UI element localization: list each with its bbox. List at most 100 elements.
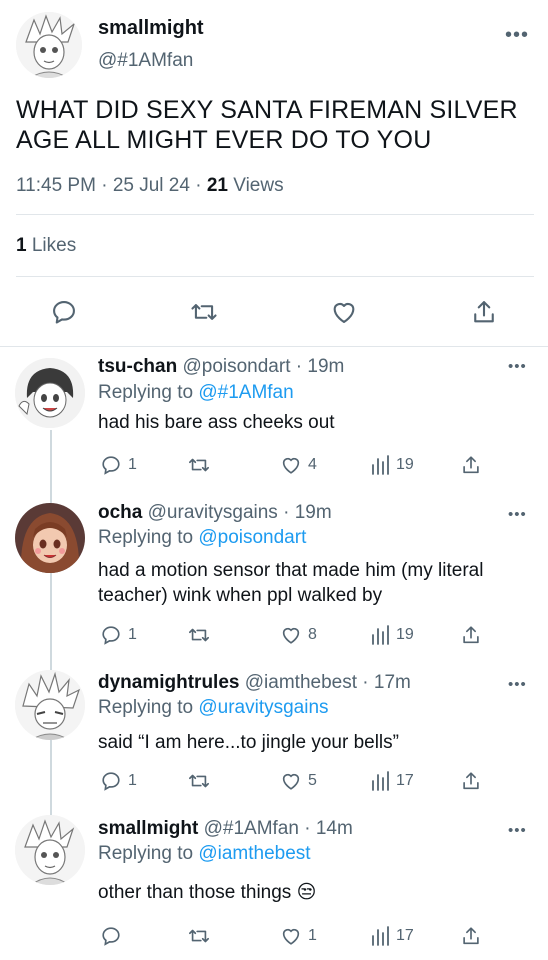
share-button[interactable] xyxy=(460,770,482,792)
likes-label: Likes xyxy=(31,235,77,256)
replying-to: Replying to @poisondart xyxy=(98,527,307,548)
avatar[interactable] xyxy=(15,815,85,885)
more-options-icon[interactable]: ••• xyxy=(505,25,529,45)
reply-age: · 19m xyxy=(295,356,345,377)
views-label: Views xyxy=(233,175,284,196)
reply-header: dynamightrules @iamthebest · 17m xyxy=(98,672,411,694)
more-options-icon[interactable]: ••• xyxy=(508,507,527,522)
avatar[interactable] xyxy=(15,503,85,573)
reply-author-handle[interactable]: @#1AMfan xyxy=(204,818,299,839)
share-icon xyxy=(463,927,479,945)
reply-text: said “I am here...to jingle your bells” xyxy=(98,732,399,753)
views-icon xyxy=(372,455,389,475)
views-button[interactable]: 17 xyxy=(370,925,414,947)
more-options-icon[interactable]: ••• xyxy=(508,677,527,692)
mention-link[interactable]: @uravitysgains xyxy=(198,697,328,718)
like-count: 4 xyxy=(308,456,317,473)
reply-author-name[interactable]: ocha xyxy=(98,502,142,523)
views-icon xyxy=(372,625,389,645)
likes-summary[interactable]: 1 Likes xyxy=(16,235,76,257)
reply-author-name[interactable]: dynamightrules xyxy=(98,672,239,693)
retweet-button[interactable] xyxy=(187,925,211,947)
reply-header: tsu-chan @poisondart · 19m xyxy=(98,356,344,378)
reply-icon xyxy=(102,456,120,475)
share-icon xyxy=(463,626,479,644)
avatar[interactable] xyxy=(16,12,82,78)
views-icon xyxy=(372,771,389,791)
reply-icon xyxy=(102,772,120,791)
replying-to: Replying to @uravitysgains xyxy=(98,697,329,718)
like-icon[interactable] xyxy=(330,298,358,326)
divider xyxy=(16,276,534,277)
retweet-icon[interactable] xyxy=(189,298,219,326)
tweet-date[interactable]: 25 Jul 24 xyxy=(113,175,190,196)
more-options-icon[interactable]: ••• xyxy=(508,359,527,374)
mention-link[interactable]: @iamthebest xyxy=(198,843,310,864)
reply-text: other than those things 😒 xyxy=(98,882,317,903)
like-button[interactable]: 8 xyxy=(280,624,317,646)
reply-author-handle[interactable]: @poisondart xyxy=(182,356,290,377)
reply-text: had his bare ass cheeks out xyxy=(98,412,335,433)
like-count: 1 xyxy=(308,927,317,944)
reply-button[interactable]: 1 xyxy=(100,454,137,476)
avatar[interactable] xyxy=(15,358,85,428)
reply-age: · 19m xyxy=(283,502,332,523)
views-button[interactable]: 19 xyxy=(370,624,414,646)
replying-to: Replying to @iamthebest xyxy=(98,843,311,864)
share-button[interactable] xyxy=(460,925,482,947)
reply-icon xyxy=(102,927,120,946)
reply-button[interactable] xyxy=(100,925,128,947)
share-button[interactable] xyxy=(460,624,482,646)
reply-count: 1 xyxy=(128,772,137,789)
views-count: 21 xyxy=(206,175,228,196)
views-button[interactable]: 17 xyxy=(370,770,414,792)
views-count: 19 xyxy=(396,456,414,473)
like-icon xyxy=(282,773,300,790)
like-count: 5 xyxy=(308,772,317,789)
like-button[interactable]: 5 xyxy=(280,770,317,792)
retweet-icon xyxy=(189,458,209,472)
views-count: 19 xyxy=(396,626,414,643)
share-icon xyxy=(463,772,479,790)
views-count: 17 xyxy=(396,772,414,789)
author-name[interactable]: smallmight xyxy=(98,17,204,40)
author-handle[interactable]: @#1AMfan xyxy=(98,50,193,72)
retweet-button[interactable] xyxy=(187,454,211,476)
like-button[interactable]: 1 xyxy=(280,925,317,947)
tweet-time[interactable]: 11:45 PM xyxy=(16,175,96,196)
retweet-button[interactable] xyxy=(187,624,211,646)
more-options-icon[interactable]: ••• xyxy=(508,823,527,838)
tweet-meta: 11:45 PM · 25 Jul 24 · 21 Views xyxy=(16,175,284,196)
retweet-icon xyxy=(189,929,209,943)
views-icon xyxy=(372,926,389,946)
views-count: 17 xyxy=(396,927,414,944)
share-button[interactable] xyxy=(460,454,482,476)
share-icon xyxy=(463,456,479,474)
mention-link[interactable]: @poisondart xyxy=(198,527,306,548)
reply-author-name[interactable]: smallmight xyxy=(98,818,198,839)
reply-count: 1 xyxy=(128,626,137,643)
thread-line xyxy=(50,430,52,815)
reply-author-name[interactable]: tsu-chan xyxy=(98,356,177,377)
reply-author-handle[interactable]: @iamthebest xyxy=(245,672,357,693)
like-button[interactable]: 4 xyxy=(280,454,317,476)
retweet-icon xyxy=(189,774,209,788)
mention-link[interactable]: @#1AMfan xyxy=(198,382,293,403)
reply-text: had a motion sensor that made him (my li… xyxy=(98,560,484,606)
reply-icon[interactable] xyxy=(50,298,78,326)
reply-icon xyxy=(102,626,120,645)
reply-button[interactable]: 1 xyxy=(100,624,137,646)
replying-to: Replying to @#1AMfan xyxy=(98,382,294,403)
reply-button[interactable]: 1 xyxy=(100,770,137,792)
reply-header: smallmight @#1AMfan · 14m xyxy=(98,818,353,840)
like-icon xyxy=(282,627,300,644)
reply-author-handle[interactable]: @uravitysgains xyxy=(148,502,278,523)
reply-header: ocha @uravitysgains · 19m xyxy=(98,502,332,524)
views-button[interactable]: 19 xyxy=(370,454,414,476)
like-count: 8 xyxy=(308,626,317,643)
like-icon xyxy=(282,457,300,474)
retweet-button[interactable] xyxy=(187,770,211,792)
share-icon[interactable] xyxy=(470,298,498,326)
reply-count: 1 xyxy=(128,456,137,473)
avatar[interactable] xyxy=(15,670,85,740)
